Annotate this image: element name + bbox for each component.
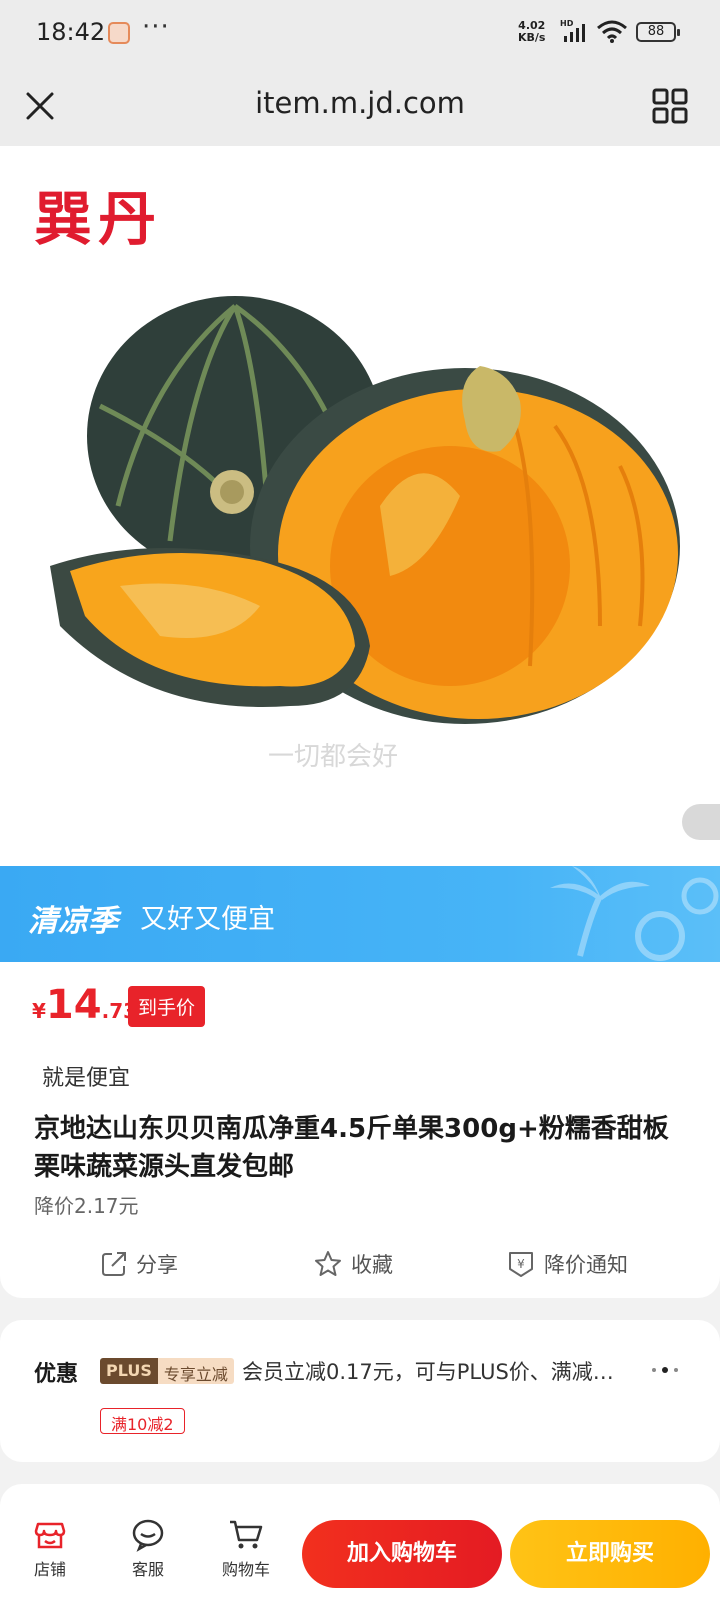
price-integer: 14 — [45, 982, 102, 1028]
network-speed-unit: KB/s — [518, 31, 546, 44]
network-type: HD — [560, 19, 574, 28]
battery-icon: 88 — [636, 22, 680, 42]
store-button[interactable]: 店铺 — [10, 1518, 90, 1580]
product-info-card: ¥14.73 到手价 就是便宜 京地达山东贝贝南瓜净重4.5斤单果300g+粉糯… — [0, 962, 720, 1298]
store-label: 店铺 — [33, 1560, 66, 1579]
share-button[interactable]: 分享 — [100, 1244, 178, 1284]
more-icon[interactable] — [650, 1356, 680, 1382]
cart-icon — [230, 1520, 263, 1549]
svg-text:¥: ¥ — [517, 1257, 525, 1271]
product-slogan: 就是便宜 — [42, 1066, 131, 1091]
banner-title: 清凉季 — [28, 904, 118, 939]
store-icon — [34, 1522, 66, 1549]
star-icon — [315, 1251, 341, 1276]
url-text: item.m.jd.com — [255, 86, 465, 120]
product-image[interactable]: 巽丹 一切都会好 — [0, 146, 720, 866]
product-title: 京地达山东贝贝南瓜净重4.5斤单果300g+粉糯香甜板栗味蔬菜源头直发包邮 — [34, 1114, 669, 1182]
plus-badge-text: 专享立减 — [157, 1358, 234, 1384]
wifi-icon — [597, 20, 627, 43]
offer-label: 优惠 — [34, 1362, 79, 1387]
add-to-cart-button[interactable]: 加入购物车 — [302, 1520, 502, 1588]
status-more: ··· — [142, 12, 170, 42]
app-notification-icon — [108, 22, 130, 44]
currency-symbol: ¥ — [32, 999, 46, 1023]
image-side-handle[interactable] — [682, 804, 720, 840]
product-price: ¥14.73 — [32, 982, 137, 1028]
chat-icon — [132, 1519, 164, 1552]
status-time: 18:42 — [36, 18, 106, 46]
plus-badge-logo: PLUS — [100, 1358, 158, 1384]
banner-subtitle: 又好又便宜 — [140, 904, 275, 935]
offer-description: 会员立减0.17元，可与PLUS价、满减… — [242, 1360, 614, 1384]
coupon-badge[interactable]: 满10减2 — [100, 1408, 185, 1434]
price-drop-text: 降价2.17元 — [34, 1194, 139, 1218]
signal-icon: HD — [560, 19, 585, 42]
image-watermark: 一切都会好 — [268, 742, 399, 772]
favorite-label: 收藏 — [351, 1253, 393, 1277]
cart-button[interactable]: 购物车 — [206, 1518, 286, 1580]
service-button[interactable]: 客服 — [108, 1518, 188, 1580]
final-price-badge: 到手价 — [128, 986, 206, 1027]
bottom-action-bar: 店铺 客服 购物车 加入购物车 立即购买 — [0, 1510, 720, 1600]
service-label: 客服 — [131, 1560, 164, 1579]
action-row: 分享 收藏 ¥ 降价通知 — [0, 1244, 720, 1284]
share-icon — [102, 1252, 126, 1276]
offer-card[interactable]: 优惠 PLUS 专享立减 会员立减0.17元，可与PLUS价、满减… 满10减2 — [0, 1320, 720, 1462]
plus-badge: PLUS 专享立减 — [100, 1358, 234, 1384]
buy-now-button[interactable]: 立即购买 — [510, 1520, 710, 1588]
browser-bar: item.m.jd.com — [0, 66, 720, 146]
cart-label: 购物车 — [221, 1560, 270, 1579]
promo-banner[interactable]: 清凉季 又好又便宜 — [0, 866, 720, 962]
favorite-button[interactable]: 收藏 — [313, 1244, 393, 1284]
price-alert-icon: ¥ — [509, 1252, 533, 1277]
price-alert-label: 降价通知 — [544, 1253, 628, 1277]
status-bar: 18:42 ··· 4.02 KB/s HD 88 — [0, 0, 720, 66]
palm-tree-icon — [550, 866, 719, 961]
network-speed: 4.02 KB/s — [518, 20, 545, 44]
price-alert-button[interactable]: ¥ 降价通知 — [506, 1244, 628, 1284]
share-label: 分享 — [136, 1253, 178, 1277]
grid-icon[interactable] — [650, 86, 690, 126]
